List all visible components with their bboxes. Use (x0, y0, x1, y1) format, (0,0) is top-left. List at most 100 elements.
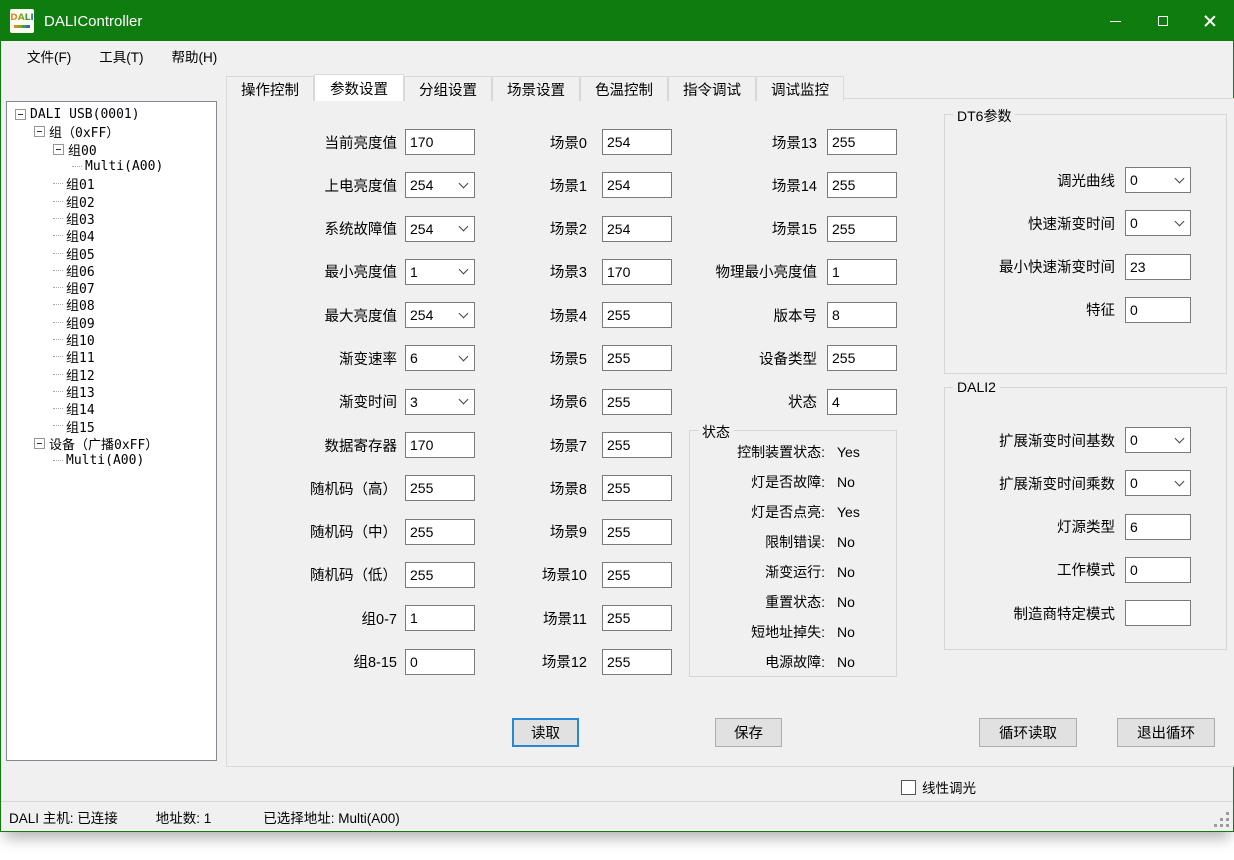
menu-item-2[interactable]: 帮助(H) (158, 41, 232, 71)
tree-expander-icon[interactable] (34, 126, 45, 137)
col1-row-6: 渐变时间3 (247, 389, 475, 415)
tree-connector (53, 287, 63, 288)
tree-expander-icon[interactable] (34, 438, 45, 449)
checkbox-icon (901, 780, 916, 795)
status-group-title: 状态 (698, 422, 734, 442)
tree-item-10[interactable]: 组07 (7, 279, 216, 296)
tree-item-2[interactable]: 组00 (7, 141, 216, 158)
dt6-combo-1[interactable]: 0 (1125, 210, 1191, 236)
tree-connector (53, 183, 63, 184)
scene-label-9: 场景9 (462, 521, 587, 542)
scene-input-1[interactable] (602, 172, 672, 198)
close-button[interactable] (1186, 1, 1233, 41)
col1-row-0: 当前亮度值 (247, 129, 475, 155)
scene-label-2: 场景2 (462, 218, 587, 239)
tree-item-0[interactable]: DALI USB(0001) (7, 106, 216, 123)
tree-item-label: 组14 (66, 399, 95, 418)
tree-item-4[interactable]: 组01 (7, 175, 216, 192)
tree-item-19[interactable]: 设备（广播0xFF） (7, 435, 216, 452)
resize-grip[interactable] (1214, 812, 1230, 828)
tree-expander-icon[interactable] (15, 109, 26, 120)
col3-input-1[interactable] (827, 172, 897, 198)
read-button[interactable]: 读取 (512, 718, 579, 747)
tree-item-14[interactable]: 组11 (7, 348, 216, 365)
linear-dimming-checkbox[interactable]: 线性调光 (901, 777, 976, 797)
scene-input-11[interactable] (602, 605, 672, 631)
scene-input-5[interactable] (602, 345, 672, 371)
tree-item-label: 组10 (66, 330, 95, 349)
tree-item-3[interactable]: Multi(A00) (7, 158, 216, 175)
dt6-input-3[interactable] (1125, 297, 1191, 323)
menu-item-0[interactable]: 文件(F) (13, 41, 85, 71)
scene-input-2[interactable] (602, 216, 672, 242)
dt6-combo-0[interactable]: 0 (1125, 167, 1191, 193)
tree-item-9[interactable]: 组06 (7, 262, 216, 279)
dali2-input-3[interactable] (1125, 557, 1191, 583)
save-button[interactable]: 保存 (715, 718, 782, 747)
chevron-down-icon (1175, 216, 1185, 226)
tree-item-label: 组15 (66, 417, 95, 436)
col1-label-11: 组0-7 (247, 608, 397, 629)
tree-item-12[interactable]: 组09 (7, 314, 216, 331)
dt6-row-2: 最小快速渐变时间 (945, 254, 1226, 280)
window-controls (1092, 1, 1233, 41)
scene-input-12[interactable] (602, 649, 672, 675)
maximize-button[interactable] (1139, 1, 1186, 41)
col1-label-8: 随机码（高） (247, 478, 397, 499)
menu-item-1[interactable]: 工具(T) (85, 41, 157, 71)
scene-row-3: 场景3 (462, 259, 672, 285)
tree-item-18[interactable]: 组15 (7, 417, 216, 434)
scene-input-9[interactable] (602, 519, 672, 545)
col3-input-3[interactable] (827, 259, 897, 285)
dali2-input-4[interactable] (1125, 600, 1191, 626)
scene-input-4[interactable] (602, 302, 672, 328)
tree-item-1[interactable]: 组（0xFF） (7, 123, 216, 140)
tree-item-20[interactable]: Multi(A00) (7, 452, 216, 469)
scene-input-3[interactable] (602, 259, 672, 285)
tab-1[interactable]: 参数设置 (314, 74, 404, 101)
tree-item-13[interactable]: 组10 (7, 331, 216, 348)
checkbox-strip: 线性调光 (1, 768, 1233, 801)
loop-read-button[interactable]: 循环读取 (979, 718, 1077, 747)
col1-label-4: 最大亮度值 (247, 305, 397, 326)
tree-item-17[interactable]: 组14 (7, 400, 216, 417)
col3-input-2[interactable] (827, 216, 897, 242)
col3-input-4[interactable] (827, 302, 897, 328)
scene-label-11: 场景11 (462, 608, 587, 629)
tab-3[interactable]: 场景设置 (492, 76, 580, 101)
col3-input-5[interactable] (827, 345, 897, 371)
minimize-button[interactable] (1092, 1, 1139, 41)
dali2-combo-1[interactable]: 0 (1125, 470, 1191, 496)
col1-row-2: 系统故障值254 (247, 216, 475, 242)
dt6-input-2[interactable] (1125, 254, 1191, 280)
status-row-label-0: 控制装置状态: (690, 442, 825, 462)
scene-input-0[interactable] (602, 129, 672, 155)
tab-4[interactable]: 色温控制 (580, 76, 668, 101)
tree-item-6[interactable]: 组03 (7, 210, 216, 227)
dali2-input-2[interactable] (1125, 514, 1191, 540)
scene-input-6[interactable] (602, 389, 672, 415)
col3-input-6[interactable] (827, 389, 897, 415)
scene-input-7[interactable] (602, 432, 672, 458)
col3-input-0[interactable] (827, 129, 897, 155)
tree-item-5[interactable]: 组02 (7, 192, 216, 209)
dali2-combo-0[interactable]: 0 (1125, 427, 1191, 453)
scene-input-8[interactable] (602, 475, 672, 501)
tree-item-15[interactable]: 组12 (7, 365, 216, 382)
scene-input-10[interactable] (602, 562, 672, 588)
exit-loop-button[interactable]: 退出循环 (1117, 718, 1215, 747)
tab-5[interactable]: 指令调试 (668, 76, 756, 101)
tab-6[interactable]: 调试监控 (756, 76, 844, 101)
tree-expander-icon[interactable] (53, 144, 64, 155)
scene-column: 场景0场景1场景2场景3场景4场景5场景6场景7场景8场景9场景10场景11场景… (462, 129, 672, 692)
tree-item-16[interactable]: 组13 (7, 383, 216, 400)
tree-item-11[interactable]: 组08 (7, 296, 216, 313)
status-row-label-3: 限制错误: (690, 532, 825, 552)
scene-row-5: 场景5 (462, 345, 672, 371)
tab-2[interactable]: 分组设置 (404, 76, 492, 101)
col1-combo-value-4: 254 (410, 307, 433, 323)
tree-item-7[interactable]: 组04 (7, 227, 216, 244)
tree-item-8[interactable]: 组05 (7, 244, 216, 261)
tab-0[interactable]: 操作控制 (226, 76, 314, 101)
col1-row-7: 数据寄存器 (247, 432, 475, 458)
